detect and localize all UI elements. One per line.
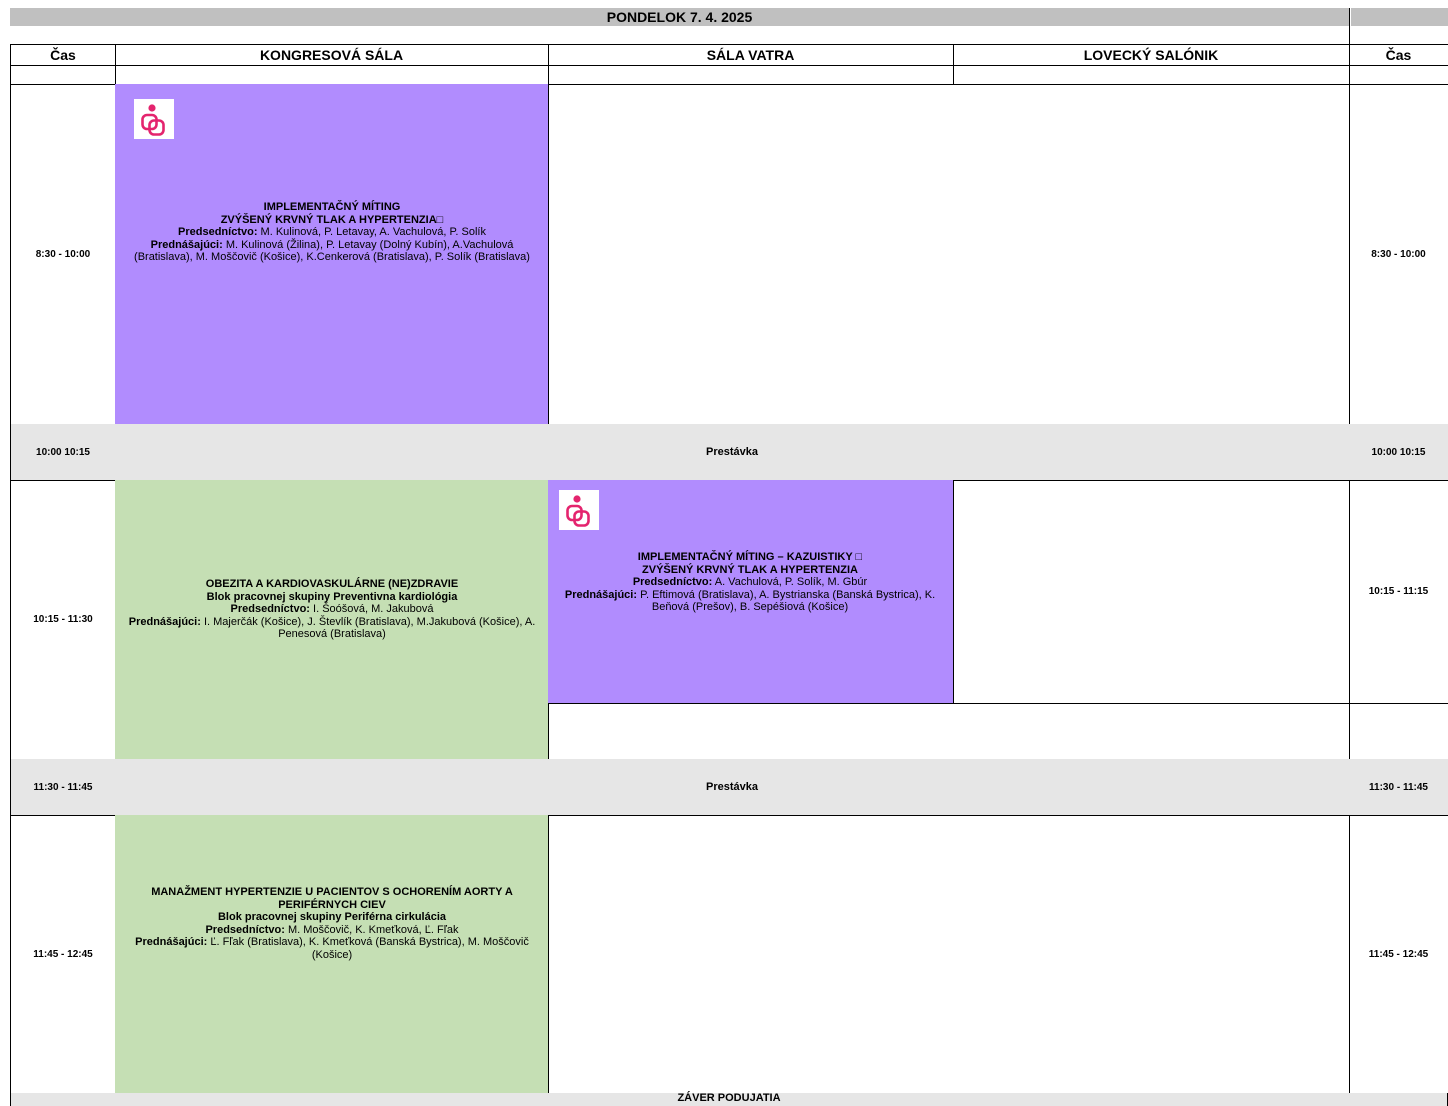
time-cell-row1-left: 8:30 - 10:00 (10, 84, 116, 425)
column-header-kongresova-sala: KONGRESOVÁ SÁLA (115, 44, 549, 66)
time-cell-row5-left: 11:45 - 12:45 (10, 815, 116, 1094)
session-implementacny-miting-kazuistiky[interactable]: IMPLEMENTAČNÝ MÍTING – KAZUISTIKY □ ZVÝŠ… (548, 480, 954, 704)
session-implementacny-miting[interactable]: IMPLEMENTAČNÝ MÍTING ZVÝŠENÝ KRVNÝ TLAK … (115, 84, 549, 425)
spacer-cell-vatra (548, 65, 954, 85)
session-text-block: IMPLEMENTAČNÝ MÍTING ZVÝŠENÝ KRVNÝ TLAK … (134, 201, 530, 263)
time-cell-row5-right: 11:45 - 12:45 (1349, 815, 1448, 1094)
empty-cell-row3b-vatra-lovecky (548, 703, 1350, 760)
time-cell-break2-right: 11:30 - 11:45 (1349, 759, 1448, 816)
spacer-cell-time-right (1349, 65, 1448, 85)
session-text-block: MANAŽMENT HYPERTENZIE U PACIENTOV S OCHO… (135, 886, 529, 961)
column-header-lovecky-salonik: LOVECKÝ SALÓNIK (953, 44, 1350, 66)
empty-cell-row3-lovecky (953, 480, 1350, 704)
page-title-text: PONDELOK 7. 4. 2025 (606, 9, 753, 25)
empty-cell-row1-vatra-lovecky (548, 84, 1350, 425)
footer-zaver-podujatia: ZÁVER PODUJATIA (10, 1092, 1448, 1106)
spacer-cell-time-left (10, 65, 116, 85)
time-cell-row1-right: 8:30 - 10:00 (1349, 84, 1448, 425)
session-obezita[interactable]: OBEZITA A KARDIOVASKULÁRNE (NE)ZDRAVIE B… (115, 480, 549, 760)
title-bar-right-block (1351, 8, 1448, 26)
empty-cell-row5-vatra-lovecky (548, 815, 1350, 1094)
spacer-cell-kongresova (115, 65, 549, 85)
time-cell-break1-left: 10:00 10:15 (10, 424, 116, 481)
session-manazment-hypertenzie[interactable]: MANAŽMENT HYPERTENZIE U PACIENTOV S OCHO… (115, 815, 549, 1094)
spacer-cell-lovecky (953, 65, 1350, 85)
empty-cell-row3b-time-right (1349, 703, 1448, 760)
session-text-block: IMPLEMENTAČNÝ MÍTING – KAZUISTIKY □ ZVÝŠ… (564, 551, 936, 613)
time-cell-row3-right: 10:15 - 11:15 (1349, 480, 1448, 704)
column-header-time-right: Čas (1349, 44, 1448, 66)
column-header-sala-vatra: SÁLA VATRA (548, 44, 954, 66)
hypertension-society-logo-icon (134, 99, 174, 139)
time-cell-break2-left: 11:30 - 11:45 (10, 759, 116, 816)
session-text-block: OBEZITA A KARDIOVASKULÁRNE (NE)ZDRAVIE B… (128, 578, 536, 640)
time-cell-break1-right: 10:00 10:15 (1349, 424, 1448, 481)
time-cell-row3-left: 10:15 - 11:30 (10, 480, 116, 760)
right-vertical-divider-top (1349, 8, 1350, 44)
hypertension-society-logo-icon (559, 490, 599, 530)
page-title: PONDELOK 7. 4. 2025 (10, 8, 1349, 26)
break-row-2: Prestávka (115, 759, 1350, 816)
break-row-1: Prestávka (115, 424, 1350, 481)
column-header-time-left: Čas (10, 44, 116, 66)
